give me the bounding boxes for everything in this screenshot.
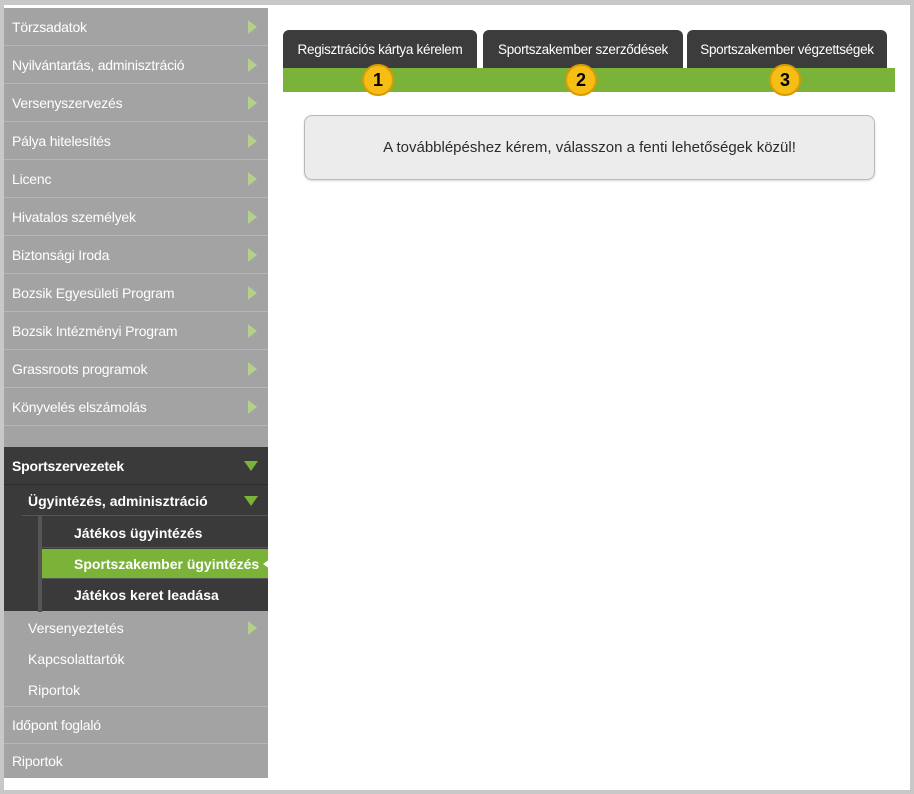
step-marker-1: 1 xyxy=(362,64,394,96)
sidebar-item-licenc[interactable]: Licenc xyxy=(4,160,268,198)
sidebar-subitem-label: Versenyeztetés xyxy=(28,620,124,636)
sidebar-subitem-label: Kapcsolattartók xyxy=(28,651,125,667)
sidebar-item-bozsik-intezmenyi[interactable]: Bozsik Intézményi Program xyxy=(4,312,268,350)
step-marker-number: 1 xyxy=(372,69,383,90)
step-marker-number: 2 xyxy=(575,69,586,90)
tab-regisztracios-kartya[interactable]: Regisztrációs kártya kérelem xyxy=(283,30,477,68)
tab-label: Sportszakember szerződések xyxy=(497,41,669,57)
sidebar-subitem-kapcsolattartok[interactable]: Kapcsolattartók xyxy=(22,644,268,674)
chevron-right-icon xyxy=(248,95,257,110)
step-marker-3: 3 xyxy=(769,64,801,96)
tab-sportszakember-vegzettsegek[interactable]: Sportszakember végzettségek xyxy=(687,30,887,68)
info-message-box: A továbblépéshez kérem, válasszon a fent… xyxy=(304,115,875,180)
sidebar-item-label: Grassroots programok xyxy=(12,360,148,377)
sidebar: Törzsadatok Nyilvántartás, adminisztráci… xyxy=(4,8,270,778)
active-indicator-icon xyxy=(263,559,270,569)
sidebar-item-biztonsagi-iroda[interactable]: Biztonsági Iroda xyxy=(4,236,268,274)
sidebar-subitem-label: Ügyintézés, adminisztráció xyxy=(28,492,208,509)
tab-label: Regisztrációs kártya kérelem xyxy=(297,41,463,57)
sidebar-subitem-jatekos-keret[interactable]: Játékos keret leadása xyxy=(42,580,268,610)
sidebar-subitem-label: Sportszakember ügyintézés xyxy=(74,555,260,572)
sidebar-item-label: Bozsik Intézményi Program xyxy=(12,322,178,339)
sidebar-item-label: Pálya hitelesítés xyxy=(12,132,111,149)
sidebar-subitem-label: Riportok xyxy=(28,682,81,698)
sidebar-item-sportszervezetek[interactable]: Sportszervezetek xyxy=(4,447,268,485)
sidebar-item-konyveles[interactable]: Könyvelés elszámolás xyxy=(4,388,268,426)
chevron-right-icon xyxy=(248,171,257,186)
info-message-text: A továbblépéshez kérem, válasszon a fent… xyxy=(383,139,796,156)
sidebar-item-riportok[interactable]: Riportok xyxy=(4,744,268,778)
chevron-right-icon xyxy=(248,209,257,224)
sidebar-subitem-label: Játékos ügyintézés xyxy=(74,524,203,541)
chevron-right-icon xyxy=(248,57,257,72)
sidebar-item-label: Versenyszervezés xyxy=(12,94,123,111)
chevron-right-icon xyxy=(248,399,257,414)
chevron-right-icon xyxy=(248,133,257,148)
sidebar-item-hivatalos-szemelyek[interactable]: Hivatalos személyek xyxy=(4,198,268,236)
sidebar-item-label: Bozsik Egyesületi Program xyxy=(12,284,175,301)
sidebar-item-label: Sportszervezetek xyxy=(12,457,124,474)
step-marker-number: 3 xyxy=(779,69,790,90)
sidebar-subitem-riportok[interactable]: Riportok xyxy=(22,675,268,705)
step-marker-2: 2 xyxy=(565,64,597,96)
sidebar-subitem-versenyeztetes[interactable]: Versenyeztetés xyxy=(22,613,268,643)
sidebar-item-idopont-foglalo[interactable]: Időpont foglaló xyxy=(4,706,268,744)
sidebar-item-label: Nyilvántartás, adminisztráció xyxy=(12,56,185,73)
sidebar-item-label: Riportok xyxy=(12,753,63,769)
sidebar-item-palya-hitelesites[interactable]: Pálya hitelesítés xyxy=(4,122,268,160)
sidebar-item-label: Licenc xyxy=(12,170,52,187)
sidebar-item-label: Időpont foglaló xyxy=(12,717,101,733)
sidebar-item-label: Biztonsági Iroda xyxy=(12,246,110,263)
sidebar-item-bozsik-egyesuleti[interactable]: Bozsik Egyesületi Program xyxy=(4,274,268,312)
sidebar-subitem-sportszakember-ugyintezes[interactable]: Sportszakember ügyintézés xyxy=(42,549,270,579)
chevron-right-icon xyxy=(248,19,257,34)
sidebar-subitem-ugyintezes[interactable]: Ügyintézés, adminisztráció xyxy=(22,486,268,516)
tab-label: Sportszakember végzettségek xyxy=(700,41,874,57)
chevron-right-icon xyxy=(248,621,257,635)
chevron-right-icon xyxy=(248,323,257,338)
sidebar-item-nyilvantartas[interactable]: Nyilvántartás, adminisztráció xyxy=(4,46,268,84)
sidebar-subitem-label: Játékos keret leadása xyxy=(74,587,219,603)
sidebar-item-label: Törzsadatok xyxy=(12,18,87,35)
sidebar-subitem-jatekos-ugyintezes[interactable]: Játékos ügyintézés xyxy=(42,518,268,548)
chevron-down-icon xyxy=(244,495,258,506)
chevron-right-icon xyxy=(248,285,257,300)
sidebar-item-label: Hivatalos személyek xyxy=(12,208,136,225)
tab-sportszakember-szerzodesek[interactable]: Sportszakember szerződések xyxy=(483,30,683,68)
sidebar-item-label: Könyvelés elszámolás xyxy=(12,398,147,415)
chevron-right-icon xyxy=(248,247,257,262)
sidebar-item-torzsadatok[interactable]: Törzsadatok xyxy=(4,8,268,46)
chevron-right-icon xyxy=(248,361,257,376)
sidebar-item-versenyszervezes[interactable]: Versenyszervezés xyxy=(4,84,268,122)
chevron-down-icon xyxy=(244,460,258,471)
sidebar-item-grassroots[interactable]: Grassroots programok xyxy=(4,350,268,388)
